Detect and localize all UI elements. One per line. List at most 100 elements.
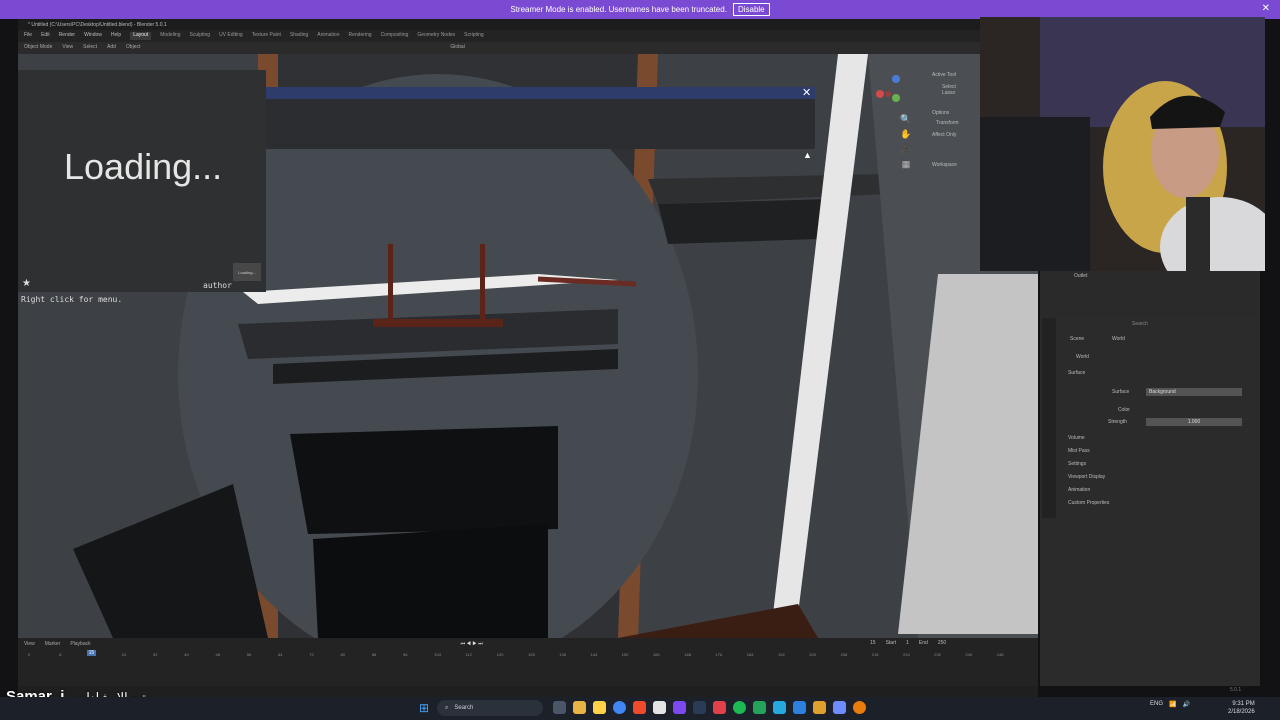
world-name[interactable]: World: [1076, 354, 1089, 360]
header-view[interactable]: View: [62, 44, 73, 52]
banner-close-icon[interactable]: ✕: [1262, 3, 1270, 14]
ruler-tick-label: 152: [621, 652, 629, 657]
tab-layout[interactable]: Layout: [130, 32, 152, 40]
ruler-tick-label: 24: [121, 652, 127, 657]
tab-texture-paint[interactable]: Texture Paint: [252, 32, 281, 40]
playhead[interactable]: 15: [86, 650, 97, 656]
taskbar-search[interactable]: ⌕ Search: [437, 700, 543, 716]
start-frame[interactable]: 1: [906, 640, 909, 646]
spotify-icon[interactable]: [733, 701, 746, 714]
current-frame[interactable]: 15: [870, 640, 876, 646]
strength-field[interactable]: 1.000: [1146, 418, 1242, 426]
surface-shader[interactable]: Background: [1146, 388, 1242, 396]
ruler-tick-label: 216: [871, 652, 879, 657]
wifi-icon[interactable]: 📶: [1169, 701, 1176, 708]
timeline-ruler[interactable]: 0816243240485664728088961041121201281361…: [18, 650, 1038, 660]
discord-icon[interactable]: [673, 701, 686, 714]
steam-icon[interactable]: [693, 701, 706, 714]
orientation-dropdown[interactable]: Global: [450, 44, 464, 52]
loading-text: Loading...: [64, 146, 223, 187]
properties-search[interactable]: Search: [1132, 321, 1148, 327]
menu-window[interactable]: Window: [84, 32, 102, 40]
surface-panel[interactable]: Surface: [1068, 370, 1085, 376]
tab-uv-editing[interactable]: UV Editing: [219, 32, 243, 40]
blender-icon[interactable]: [853, 701, 866, 714]
tab-modeling[interactable]: Modeling: [160, 32, 180, 40]
right-click-hint: Right click for menu.: [21, 295, 123, 304]
viewport-display-panel[interactable]: Viewport Display: [1068, 474, 1105, 480]
menu-edit[interactable]: Edit: [41, 32, 50, 40]
camera-icon[interactable]: 🎥: [900, 144, 912, 156]
volume-panel[interactable]: Volume: [1068, 435, 1085, 441]
tab-rendering[interactable]: Rendering: [348, 32, 371, 40]
tab-geometry-nodes[interactable]: Geometry Nodes: [417, 32, 455, 40]
clock-time: 9:31 PM: [1232, 701, 1255, 707]
volume-icon[interactable]: 🔊: [1183, 701, 1190, 708]
mode-dropdown[interactable]: Object Mode: [24, 44, 52, 52]
app-blue-icon[interactable]: [773, 701, 786, 714]
vscode-icon[interactable]: [793, 701, 806, 714]
timeline-view[interactable]: View: [24, 641, 35, 647]
resize-triangle-icon[interactable]: ▲: [803, 150, 812, 160]
custom-properties-panel[interactable]: Custom Properties: [1068, 500, 1109, 506]
task-view-icon[interactable]: [553, 701, 566, 714]
workspace-label[interactable]: Workspace: [932, 162, 972, 168]
playback-controls[interactable]: ⏮ ◀ ▶ ⏭: [461, 641, 483, 647]
grid-icon[interactable]: ▦: [900, 159, 912, 171]
options-label[interactable]: Options: [932, 110, 972, 116]
navigation-gizmo[interactable]: [870, 72, 910, 112]
clock-date: 2/18/2026: [1228, 709, 1255, 715]
tab-sculpting[interactable]: Sculpting: [190, 32, 211, 40]
close-icon[interactable]: ✕: [802, 86, 811, 99]
strength-label: Strength: [1108, 419, 1127, 425]
settings-panel[interactable]: Settings: [1068, 461, 1086, 467]
mist-pass-panel[interactable]: Mist Pass: [1068, 448, 1090, 454]
transform-label[interactable]: Transform: [936, 120, 968, 126]
popup-titlebar[interactable]: [266, 87, 815, 99]
menu-file[interactable]: File: [24, 32, 32, 40]
tab-shading[interactable]: Shading: [290, 32, 308, 40]
header-add[interactable]: Add: [107, 44, 116, 52]
outliner: Outlet: [1040, 271, 1260, 317]
ruler-tick-label: 120: [496, 652, 504, 657]
end-label: End: [918, 640, 928, 646]
popup-body: [266, 99, 815, 149]
chrome-icon[interactable]: [613, 701, 626, 714]
tool-settings-panel: Active Tool Select Lasso Options Transfo…: [924, 70, 980, 190]
tab-animation[interactable]: Animation: [317, 32, 339, 40]
zoom-icon[interactable]: 🔍: [900, 114, 912, 126]
app-triangle-icon[interactable]: [833, 701, 846, 714]
ruler-tick-label: 176: [715, 652, 723, 657]
app-green-icon[interactable]: [753, 701, 766, 714]
tab-scripting[interactable]: Scripting: [464, 32, 483, 40]
outliner-item[interactable]: Outlet: [1074, 273, 1087, 279]
ruler-tick-label: 64: [278, 652, 283, 657]
status-bar: [18, 686, 1038, 697]
brave-icon[interactable]: [633, 701, 646, 714]
end-frame[interactable]: 250: [938, 640, 946, 646]
ruler-tick-label: 144: [590, 652, 598, 657]
disable-button[interactable]: Disable: [732, 3, 770, 16]
select-lasso[interactable]: Select Lasso: [942, 84, 962, 96]
pan-hand-icon[interactable]: ✋: [900, 129, 912, 141]
app-orange-icon[interactable]: [813, 701, 826, 714]
language-indicator[interactable]: ENG: [1150, 701, 1163, 708]
star-icon[interactable]: ★: [22, 278, 31, 289]
timeline-playback[interactable]: Playback: [70, 641, 90, 647]
tab-compositing[interactable]: Compositing: [381, 32, 409, 40]
app-icon[interactable]: [713, 701, 726, 714]
ruler-tick-label: 80: [340, 652, 345, 657]
loading-button[interactable]: Loading...: [233, 263, 261, 281]
animation-panel[interactable]: Animation: [1068, 487, 1090, 493]
menu-render[interactable]: Render: [59, 32, 75, 40]
folder-icon[interactable]: [593, 701, 606, 714]
properties-tabs[interactable]: [1042, 318, 1056, 518]
clock[interactable]: 9:31 PM 2/18/2026: [1228, 700, 1255, 716]
file-explorer-icon[interactable]: [573, 701, 586, 714]
timeline-marker[interactable]: Marker: [45, 641, 61, 647]
header-object[interactable]: Object: [126, 44, 140, 52]
menu-help[interactable]: Help: [111, 32, 121, 40]
notepad-icon[interactable]: [653, 701, 666, 714]
header-select[interactable]: Select: [83, 44, 97, 52]
windows-start-icon[interactable]: ⊞: [419, 701, 432, 715]
